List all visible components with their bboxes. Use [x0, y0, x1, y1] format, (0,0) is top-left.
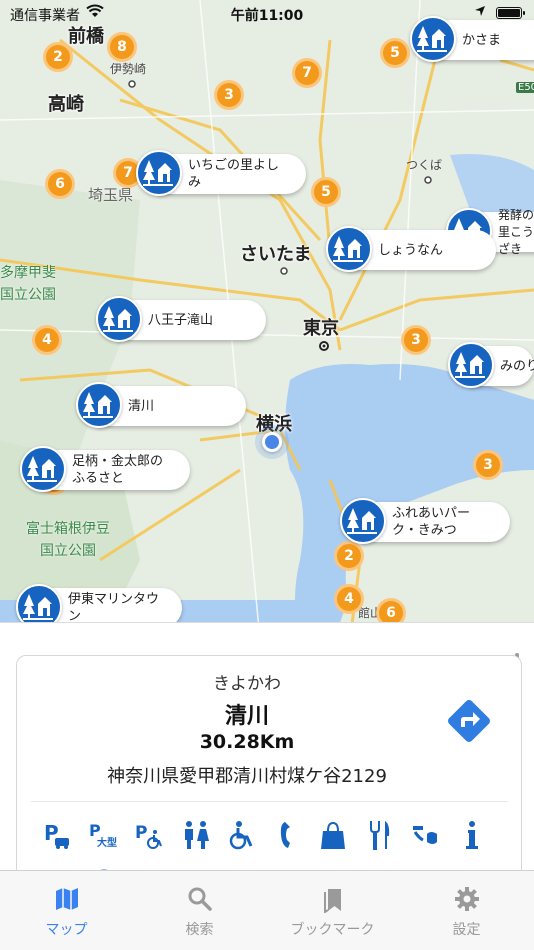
tab-label: ブックマーク — [290, 922, 375, 938]
info-icon — [466, 821, 478, 849]
station-address: 神奈川県愛甲郡清川村煤ケ谷2129 — [107, 766, 387, 787]
facility-icons: P P 大型 P — [41, 818, 491, 858]
search-icon — [188, 887, 212, 911]
large-parking-icon: P大型 — [89, 821, 117, 849]
detail-sheet: きよかわ 清川 30.28Km 神奈川県愛甲郡清川村煤ケ谷2129 P P 大型 … — [0, 622, 534, 915]
phone-icon — [280, 822, 290, 848]
cluster-marker[interactable]: 5 — [311, 177, 341, 207]
place-label-park2: 富士箱根伊豆 — [26, 521, 110, 537]
station-icon — [326, 226, 372, 272]
cluster-marker[interactable]: 3 — [473, 450, 503, 480]
tab-map[interactable]: マップ — [0, 871, 133, 950]
cluster-marker[interactable]: 4 — [32, 325, 62, 355]
place-label-isesaki: 伊勢崎 — [110, 62, 147, 76]
place-label-saitama: さいたま — [240, 244, 312, 265]
tab-bookmark[interactable]: ブックマーク — [266, 871, 399, 950]
station-kana: きよかわ — [213, 674, 281, 694]
status-bar: 通信事業者 午前11:00 — [0, 0, 534, 26]
directions-button[interactable] — [444, 696, 494, 746]
battery-icon — [496, 7, 525, 19]
bookmark-icon — [323, 889, 341, 913]
cluster-marker[interactable]: 5 — [380, 38, 410, 68]
station-icon — [20, 446, 66, 492]
svg-text:P: P — [135, 823, 147, 843]
parking-icon: P — [44, 821, 69, 849]
cluster-marker[interactable]: 3 — [214, 80, 244, 110]
restaurant-icon — [370, 821, 390, 850]
highway-shield: E50 — [516, 82, 534, 93]
cluster-marker[interactable]: 7 — [292, 58, 322, 88]
washbasin-icon — [413, 826, 437, 844]
station-distance: 30.28Km — [199, 731, 295, 753]
station-icon — [136, 150, 182, 196]
place-label-tokyo: 東京 — [303, 318, 339, 339]
shop-icon — [321, 821, 345, 849]
place-label-park1: 多摩甲斐 — [0, 265, 56, 281]
station-name: 清川 — [224, 704, 269, 729]
tab-bar: マップ 検索 ブックマーク 設定 — [0, 870, 534, 950]
place-label-takasaki: 高崎 — [48, 94, 84, 115]
place-label-tsukuba: つくば — [406, 158, 443, 172]
tab-search[interactable]: 検索 — [133, 871, 266, 950]
place-label-park1b: 国立公園 — [0, 287, 56, 303]
station-icon — [76, 382, 122, 428]
accessible-parking-icon: P — [135, 823, 162, 849]
tab-settings[interactable]: 設定 — [400, 871, 533, 950]
cluster-marker[interactable]: 6 — [45, 169, 75, 199]
divider — [31, 801, 507, 802]
cluster-marker[interactable]: 8 — [107, 32, 137, 62]
cluster-marker[interactable]: 2 — [43, 42, 73, 72]
map-icon — [55, 888, 78, 910]
gear-icon — [454, 887, 479, 911]
station-icon — [340, 498, 386, 544]
tab-label: マップ — [45, 922, 88, 938]
svg-text:大型: 大型 — [97, 836, 117, 849]
place-label-park2b: 国立公園 — [40, 543, 96, 559]
clock: 午前11:00 — [230, 8, 304, 24]
accessible-toilet-icon — [229, 821, 253, 850]
current-location-marker — [262, 432, 282, 452]
location-arrow-icon — [475, 6, 485, 16]
station-icon — [448, 342, 494, 388]
cluster-marker[interactable]: 4 — [334, 584, 364, 614]
restroom-icon — [185, 821, 209, 849]
cluster-marker[interactable]: 3 — [401, 325, 431, 355]
tab-label: 検索 — [185, 922, 214, 938]
station-icon — [96, 296, 142, 342]
tab-label: 設定 — [452, 922, 481, 938]
